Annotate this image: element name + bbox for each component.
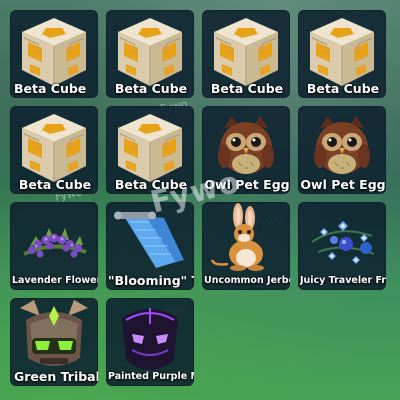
item-tile-owl-pet-egg[interactable]: Owl Pet Egg (202, 106, 290, 194)
item-tile-green-tribal-mask[interactable]: Green Tribal Mask (10, 298, 98, 386)
item-label: Beta Cube (114, 81, 188, 96)
item-label: Painted Purple Mask (108, 371, 194, 382)
item-label: Lavender Flower Tiara (12, 275, 98, 286)
item-label: Owl Pet Egg (204, 177, 290, 192)
item-tile-beta-cube[interactable]: Beta Cube (106, 106, 194, 194)
item-label: Beta Cube (210, 81, 284, 96)
item-label: Beta Cube (14, 81, 87, 96)
item-tile-beta-cube[interactable]: Beta Cube (106, 10, 194, 98)
item-label: Green Tribal Mask (14, 369, 98, 384)
item-label: Owl Pet Egg (300, 177, 386, 192)
item-label: Beta Cube (306, 81, 380, 96)
item-tile-juicy-traveler-fruit[interactable]: Juicy Traveler Fruit (298, 202, 386, 290)
item-tile-uncommon-jerboa-egg[interactable]: Uncommon Jerboa Egg (202, 202, 290, 290)
item-grid: Beta Cube Beta Cube Beta Cube Beta Cube … (10, 10, 386, 386)
item-tile-beta-cube[interactable]: Beta Cube (10, 106, 98, 194)
item-label: Uncommon Jerboa Egg (204, 275, 290, 286)
item-label: Beta Cube (18, 177, 92, 192)
item-tile-painted-purple-mask[interactable]: Painted Purple Mask (106, 298, 194, 386)
item-tile-blooming-title[interactable]: "Blooming" Title (106, 202, 194, 290)
item-tile-beta-cube[interactable]: Beta Cube (10, 10, 98, 98)
item-tile-lavender-flower-tiara[interactable]: Lavender Flower Tiara (10, 202, 98, 290)
item-tile-owl-pet-egg[interactable]: Owl Pet Egg (298, 106, 386, 194)
item-label: "Blooming" Title (108, 273, 194, 288)
item-label: Beta Cube (114, 177, 188, 192)
item-label: Juicy Traveler Fruit (300, 275, 386, 286)
item-tile-beta-cube[interactable]: Beta Cube (202, 10, 290, 98)
item-tile-beta-cube[interactable]: Beta Cube (298, 10, 386, 98)
